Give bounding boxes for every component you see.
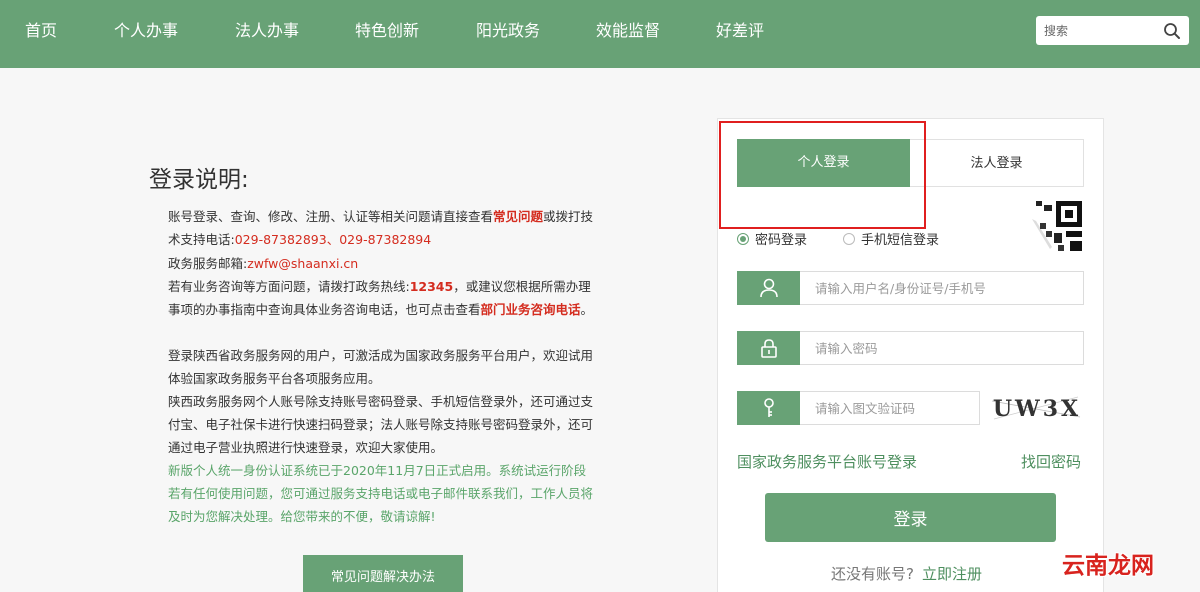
radio-selected-icon[interactable] [737, 233, 749, 245]
no-account-text: 还没有账号? [831, 565, 914, 583]
login-method-label: 手机短信登录 [861, 233, 940, 248]
captcha-image[interactable]: UW3X [990, 391, 1084, 425]
nav-item-legal[interactable]: 法人办事 [235, 0, 299, 62]
hotline-number: 12345 [409, 279, 454, 294]
username-input[interactable] [815, 278, 1065, 298]
login-method-label: 密码登录 [755, 233, 808, 248]
instructions-paragraph-activation: 登录陕西省政务服务网的用户，可激活成为国家政务服务平台用户，欢迎试用体验国家政务… [168, 348, 594, 386]
password-input[interactable] [815, 338, 1065, 358]
instructions-text: 账号登录、查询、修改、注册、认证等相关问题请直接查看 [168, 209, 494, 224]
login-button[interactable]: 登录 [765, 493, 1056, 542]
nav-item-sunshine[interactable]: 阳光政务 [476, 0, 540, 62]
instructions-paragraph-notice: 新版个人统一身份认证系统已于2020年11月7日正式启用。系统试运行阶段若有任何… [168, 463, 594, 524]
login-method-password[interactable]: 密码登录 [737, 229, 807, 248]
faq-link[interactable]: 常见问题 [493, 209, 543, 224]
nav-item-home[interactable]: 首页 [25, 0, 57, 62]
password-field [737, 331, 1084, 365]
forgot-password-link[interactable]: 找回密码 [1021, 451, 1081, 472]
nav-item-innovation[interactable]: 特色创新 [355, 0, 419, 62]
lock-icon [737, 331, 800, 365]
highlight-annotation [719, 121, 926, 229]
faq-solutions-button[interactable]: 常见问题解决办法 [303, 555, 463, 592]
key-icon [737, 391, 800, 425]
instructions-text: 。 [580, 302, 594, 317]
captcha-field [737, 391, 980, 425]
watermark-logo: 云南龙网 [1062, 553, 1154, 579]
instructions-text: 若有业务咨询等方面问题，请拨打政务热线: [168, 279, 410, 294]
register-link[interactable]: 立即注册 [922, 565, 982, 583]
captcha-input[interactable] [815, 398, 970, 418]
captcha-text: UW3X [993, 396, 1081, 422]
nav-item-personal[interactable]: 个人办事 [114, 0, 178, 62]
tab-legal-login[interactable]: 法人登录 [910, 139, 1084, 187]
national-platform-login-link[interactable]: 国家政务服务平台账号登录 [737, 451, 917, 472]
instructions-title: 登录说明: [149, 167, 249, 193]
nav-item-supervision[interactable]: 效能监督 [596, 0, 660, 62]
nav-item-evaluation[interactable]: 好差评 [716, 0, 764, 62]
instructions-paragraph-methods: 陕西政务服务网个人账号除支持账号密码登录、手机短信登录外，还可通过支付宝、电子社… [168, 394, 594, 455]
username-field [737, 271, 1084, 305]
instructions-paragraph-faq: 账号登录、查询、修改、注册、认证等相关问题请直接查看常见问题或拨打技术支持电话:… [168, 205, 596, 251]
user-icon [737, 271, 800, 305]
email-label: 政务服务邮箱: [168, 256, 248, 271]
department-phone-link[interactable]: 部门业务咨询电话 [481, 302, 581, 317]
top-nav: 首页 个人办事 法人办事 特色创新 阳光政务 效能监督 好差评 [0, 0, 1200, 68]
search-box [1036, 16, 1189, 45]
support-phone: 029-87382893、029-87382894 [234, 232, 432, 247]
search-icon[interactable] [1162, 21, 1182, 41]
register-row: 还没有账号? 立即注册 [831, 563, 982, 584]
login-method-sms[interactable]: 手机短信登录 [843, 229, 939, 248]
radio-unselected-icon[interactable] [843, 233, 855, 245]
instructions-paragraph-hotline: 若有业务咨询等方面问题，请拨打政务热线:12345，或建议您根据所需办理事项的办… [168, 275, 596, 321]
search-input[interactable] [1044, 20, 1154, 41]
instructions-paragraph-email: 政务服务邮箱:zwfw@shaanxi.cn [168, 252, 596, 275]
qr-code-icon[interactable] [1030, 199, 1084, 253]
support-email: zwfw@shaanxi.cn [247, 256, 359, 271]
